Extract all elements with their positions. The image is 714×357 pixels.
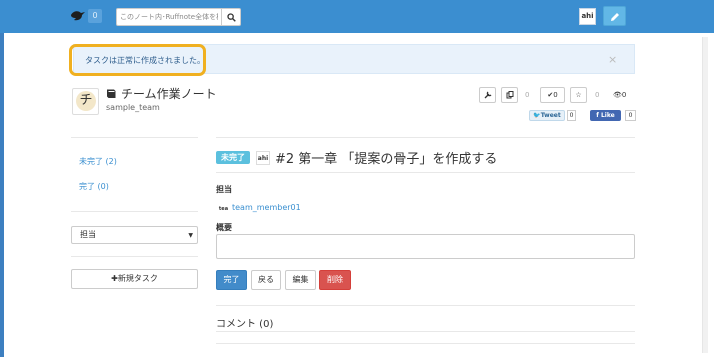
team-handle: sample_team bbox=[106, 103, 160, 112]
settings-button[interactable] bbox=[479, 87, 496, 103]
task-author-avatar[interactable]: ahi bbox=[256, 151, 270, 165]
team-avatar[interactable]: チ bbox=[72, 88, 99, 115]
team-name[interactable]: チーム作業ノート bbox=[121, 85, 217, 102]
check-count: 0 bbox=[553, 91, 558, 99]
assignee-filter-value: 担当 bbox=[80, 230, 96, 239]
fork-count: 0 bbox=[525, 91, 530, 99]
twitter-icon: 🐦 bbox=[533, 112, 541, 119]
copy-icon bbox=[506, 91, 513, 99]
comments-heading: コメント (0) bbox=[216, 319, 274, 330]
search-input[interactable] bbox=[116, 8, 222, 26]
fb-like-label: Like bbox=[600, 112, 615, 119]
star-button[interactable]: ☆ bbox=[570, 87, 587, 103]
tweet-button[interactable]: 🐦Tweet bbox=[529, 110, 565, 121]
sidebar-divider bbox=[71, 211, 198, 212]
complete-button[interactable]: 完了 bbox=[216, 270, 247, 290]
sidebar-divider bbox=[71, 137, 198, 138]
top-navbar: 0 ahi bbox=[0, 0, 714, 33]
delete-button[interactable]: 削除 bbox=[319, 270, 351, 290]
watch-counter: 👁0 bbox=[613, 87, 626, 103]
alert-highlight-frame bbox=[69, 44, 206, 76]
sidebar-item-complete[interactable]: 完了 (0) bbox=[79, 181, 109, 192]
assignee-heading: 担当 bbox=[216, 185, 232, 194]
assignee-filter-select[interactable]: 担当 ▼ bbox=[71, 226, 198, 244]
notification-badge[interactable]: 0 bbox=[88, 9, 102, 23]
new-note-button[interactable] bbox=[603, 6, 626, 26]
comments-divider bbox=[216, 343, 635, 344]
back-button[interactable]: 戻る bbox=[251, 270, 281, 290]
new-task-button[interactable]: ✚新規タスク bbox=[71, 269, 198, 289]
star-count: 0 bbox=[595, 91, 600, 99]
plus-icon: ✚ bbox=[111, 274, 118, 283]
scrollbar[interactable] bbox=[696, 33, 714, 357]
sidebar-divider bbox=[71, 256, 198, 257]
check-button[interactable]: ✔0 bbox=[540, 87, 565, 103]
new-task-label: 新規タスク bbox=[117, 274, 158, 283]
user-avatar[interactable]: ahi bbox=[579, 8, 596, 25]
search-icon bbox=[227, 13, 236, 22]
assignee-link[interactable]: team_member01 bbox=[232, 203, 301, 212]
sidebar-item-incomplete[interactable]: 未完了 (2) bbox=[79, 156, 117, 167]
fork-button[interactable] bbox=[501, 87, 518, 103]
caret-down-icon: ▼ bbox=[188, 232, 193, 239]
comments-divider bbox=[216, 331, 635, 332]
summary-heading: 概要 bbox=[216, 223, 232, 232]
tweet-label: Tweet bbox=[540, 112, 561, 119]
wrench-icon bbox=[484, 91, 491, 99]
edit-button[interactable]: 編集 bbox=[285, 270, 316, 290]
main-content bbox=[4, 33, 696, 357]
eye-icon: 👁 bbox=[613, 91, 622, 99]
team-avatar-char: チ bbox=[76, 91, 96, 111]
title-divider bbox=[216, 172, 635, 173]
watch-count: 0 bbox=[621, 91, 627, 99]
assignee-avatar: tea bbox=[218, 206, 229, 212]
pencil-icon bbox=[611, 13, 619, 21]
alert-close-button[interactable]: × bbox=[608, 53, 617, 66]
search-button[interactable] bbox=[222, 8, 241, 26]
status-badge: 未完了 bbox=[216, 151, 250, 164]
comments-divider bbox=[216, 305, 635, 306]
summary-box bbox=[216, 234, 635, 259]
ruffnote-logo-icon[interactable] bbox=[70, 9, 86, 23]
star-icon: ☆ bbox=[575, 91, 582, 99]
facebook-like-count: 0 bbox=[625, 110, 636, 121]
header-divider bbox=[216, 137, 635, 138]
facebook-like-button[interactable]: f Like bbox=[590, 110, 621, 121]
book-icon bbox=[107, 89, 116, 98]
task-title: #2 第一章 「提案の骨子」を作成する bbox=[275, 152, 498, 167]
tweet-count: 0 bbox=[567, 110, 576, 121]
facebook-icon: f bbox=[596, 112, 599, 119]
